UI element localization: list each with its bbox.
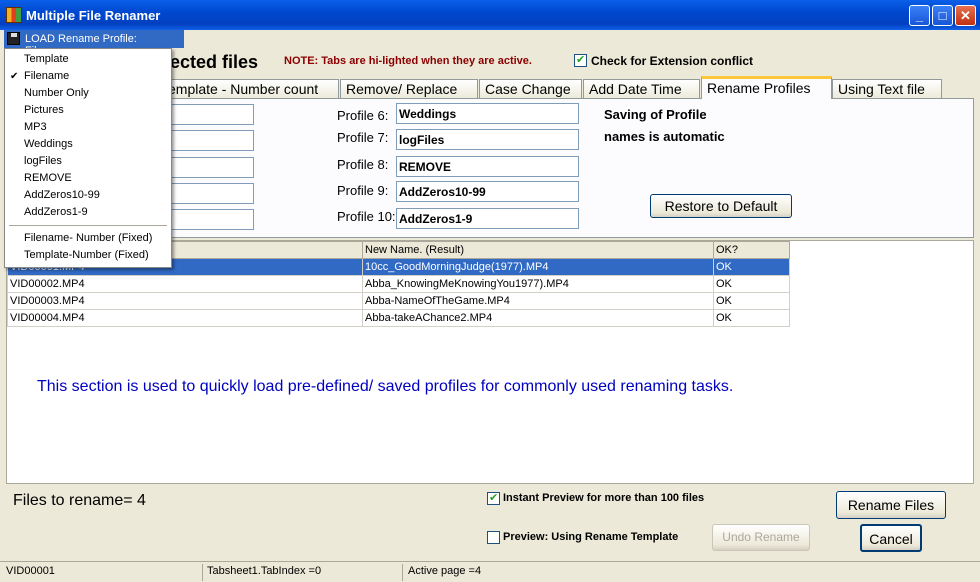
- status-current-file: VID00001: [6, 565, 55, 577]
- profile-2-field[interactable]: [167, 130, 254, 151]
- profile-6-field[interactable]: Weddings: [396, 103, 579, 124]
- instant-preview-label: Instant Preview for more than 100 files: [503, 492, 705, 504]
- template-preview-label: Preview: Using Rename Template: [503, 531, 679, 543]
- menu-item-label: Template-Number (Fixed): [24, 249, 149, 261]
- profile-1-field[interactable]: [167, 104, 254, 125]
- cancel-button[interactable]: Cancel: [860, 524, 922, 552]
- load-profile-menu[interactable]: LOAD Rename Profile: Filename: [4, 30, 184, 57]
- menu-item-pictures[interactable]: Pictures: [5, 102, 171, 119]
- profile-9-label: Profile 9:: [337, 183, 389, 198]
- tab-case-change[interactable]: Case Change: [479, 79, 582, 99]
- title-bar[interactable]: Multiple File Renamer _ □ ✕: [0, 0, 980, 30]
- new-name-cell: 10cc_GoodMorningJudge(1977).MP4: [362, 258, 714, 276]
- tab-remove-replace[interactable]: Remove/ Replace: [340, 79, 478, 99]
- status-separator: [402, 564, 403, 581]
- tabs-note: NOTE: Tabs are hi-lighted when they are …: [284, 55, 532, 67]
- minimize-button[interactable]: _: [909, 5, 930, 26]
- profile-7-field[interactable]: logFiles: [396, 129, 579, 150]
- check-icon: ✔: [10, 71, 19, 82]
- profile-10-label: Profile 10:: [337, 209, 396, 224]
- menu-item-addzeros10-99[interactable]: AddZeros10-99: [5, 187, 171, 204]
- menu-item-addzeros1-9[interactable]: AddZeros1-9: [5, 204, 171, 221]
- menu-item-template[interactable]: Template: [5, 51, 171, 68]
- menu-item-label: AddZeros1-9: [24, 206, 88, 218]
- profile-4-field[interactable]: [167, 183, 254, 204]
- undo-rename-button[interactable]: Undo Rename: [712, 524, 810, 551]
- template-preview-checkbox[interactable]: [487, 531, 500, 544]
- tab-using-text-file[interactable]: Using Text file: [832, 79, 942, 99]
- tab-add-date-time[interactable]: Add Date Time: [583, 79, 700, 99]
- table-row[interactable]: VID00004.MP4 Abba-takeAChance2.MP4 OK: [7, 309, 790, 327]
- app-icon: [6, 7, 22, 23]
- tab-template-number[interactable]: emplate - Number count: [162, 79, 339, 99]
- profile-3-field[interactable]: [167, 157, 254, 178]
- tab-rename-profiles[interactable]: Rename Profiles: [701, 76, 832, 99]
- menu-item-remove[interactable]: REMOVE: [5, 170, 171, 187]
- info-text: This section is used to quickly load pre…: [37, 378, 734, 395]
- maximize-button[interactable]: □: [932, 5, 953, 26]
- rename-files-button[interactable]: Rename Files: [836, 491, 946, 519]
- ok-cell: OK: [713, 258, 790, 276]
- new-name-cell: Abba-takeAChance2.MP4: [362, 309, 714, 327]
- old-name-cell: VID00002.MP4: [7, 275, 363, 293]
- new-name-cell: Abba_KnowingMeKnowingYou1977).MP4: [362, 275, 714, 293]
- profile-8-label: Profile 8:: [337, 157, 389, 172]
- ok-cell: OK: [713, 275, 790, 293]
- floppy-disk-icon: [7, 32, 20, 45]
- old-name-cell: VID00004.MP4: [7, 309, 363, 327]
- profile-dropdown-menu: Template ✔ Filename Number Only Pictures …: [4, 48, 172, 268]
- grid-header-new[interactable]: New Name. (Result): [362, 241, 714, 259]
- menu-item-logfiles[interactable]: logFiles: [5, 153, 171, 170]
- table-row[interactable]: VID00002.MP4 Abba_KnowingMeKnowingYou197…: [7, 275, 790, 293]
- new-name-cell: Abba-NameOfTheGame.MP4: [362, 292, 714, 310]
- status-separator: [202, 564, 203, 581]
- menu-item-filename[interactable]: ✔ Filename: [5, 68, 171, 85]
- menu-item-mp3[interactable]: MP3: [5, 119, 171, 136]
- profile-9-field[interactable]: AddZeros10-99: [396, 181, 579, 202]
- menu-item-label: Weddings: [24, 138, 73, 150]
- close-button[interactable]: ✕: [955, 5, 976, 26]
- profile-5-field[interactable]: [167, 209, 254, 230]
- profile-8-field[interactable]: REMOVE: [396, 156, 579, 177]
- instant-preview-checkbox[interactable]: [487, 491, 500, 505]
- status-active-page: Active page =4: [408, 565, 482, 577]
- main-window: Multiple File Renamer _ □ ✕ LOAD Rename …: [0, 0, 980, 582]
- extension-conflict-label: Check for Extension conflict: [591, 54, 754, 68]
- extension-conflict-checkbox[interactable]: [574, 53, 587, 67]
- menu-item-label: MP3: [24, 121, 47, 133]
- menu-item-label: logFiles: [24, 155, 62, 167]
- saving-note-line-2: names is automatic: [604, 129, 725, 144]
- menu-item-weddings[interactable]: Weddings: [5, 136, 171, 153]
- file-grid-area: New Name. (Result) OK? VID00001.MP4 10cc…: [6, 240, 974, 484]
- saving-note-line-1: Saving of Profile: [604, 107, 707, 122]
- window-title: Multiple File Renamer: [26, 8, 161, 23]
- ok-cell: OK: [713, 292, 790, 310]
- menu-item-label: Number Only: [24, 87, 89, 99]
- status-bar: VID00001 Tabsheet1.TabIndex =0 Active pa…: [0, 561, 980, 582]
- profile-10-field[interactable]: AddZeros1-9: [396, 208, 579, 229]
- status-tab-index: Tabsheet1.TabIndex =0: [207, 565, 322, 577]
- grid-header-ok[interactable]: OK?: [713, 241, 790, 259]
- profile-7-label: Profile 7:: [337, 130, 389, 145]
- menu-item-number-only[interactable]: Number Only: [5, 85, 171, 102]
- restore-default-button[interactable]: Restore to Default: [650, 194, 792, 218]
- menu-item-label: Filename- Number (Fixed): [24, 232, 153, 244]
- table-row[interactable]: VID00003.MP4 Abba-NameOfTheGame.MP4 OK: [7, 292, 790, 310]
- menu-item-label: REMOVE: [24, 172, 72, 184]
- ok-cell: OK: [713, 309, 790, 327]
- menu-item-label: Pictures: [24, 104, 64, 116]
- menu-item-filename-number-fixed[interactable]: Filename- Number (Fixed): [5, 230, 171, 247]
- menu-item-label: Filename: [24, 70, 70, 82]
- menu-item-label: AddZeros10-99: [24, 189, 100, 201]
- old-name-cell: VID00003.MP4: [7, 292, 363, 310]
- profile-6-label: Profile 6:: [337, 108, 389, 123]
- files-to-rename-count: Files to rename= 4: [13, 492, 146, 509]
- menu-separator: [9, 225, 167, 226]
- menu-item-template-number-fixed[interactable]: Template-Number (Fixed): [5, 247, 171, 264]
- page-heading: ected files: [170, 52, 259, 72]
- menu-item-label: Template: [24, 53, 69, 65]
